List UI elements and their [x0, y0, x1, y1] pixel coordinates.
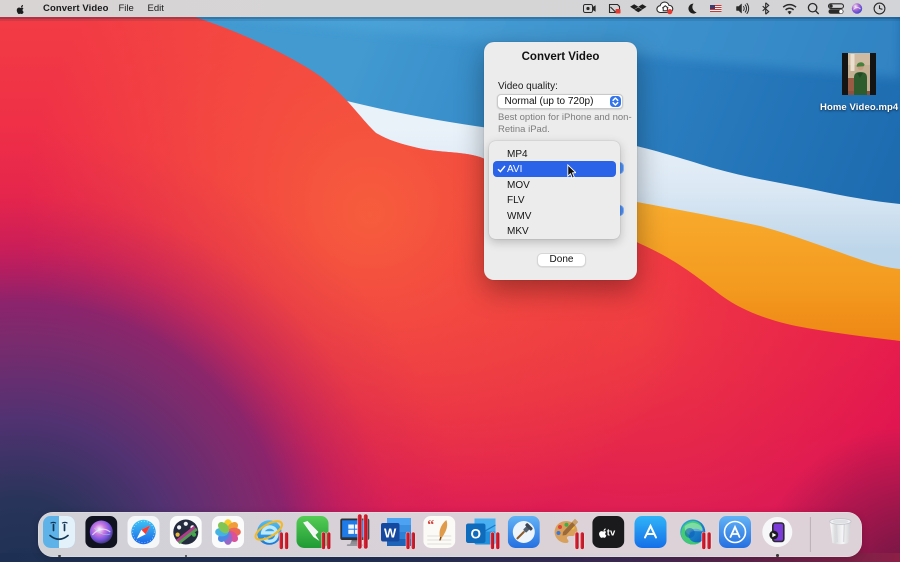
- svg-text:tv: tv: [607, 527, 616, 538]
- svg-text:W: W: [384, 525, 397, 540]
- svg-text:O: O: [470, 526, 481, 541]
- svg-text:“: “: [427, 518, 434, 533]
